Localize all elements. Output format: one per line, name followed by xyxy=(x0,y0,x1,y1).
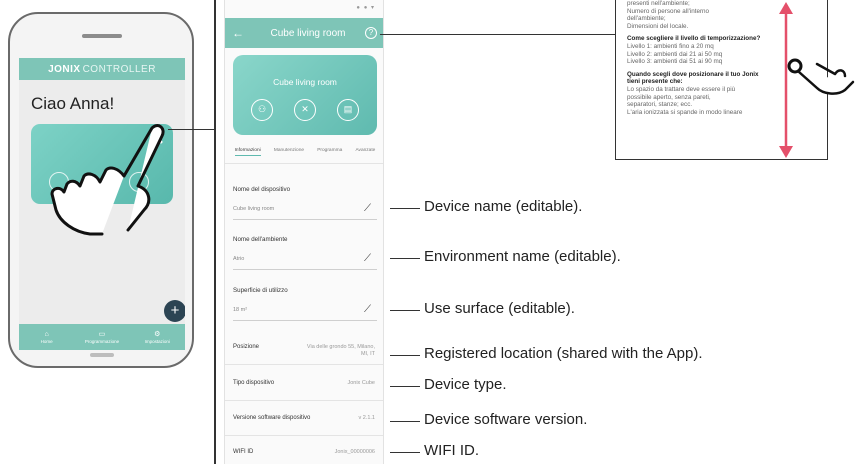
home-icon: ⌂ xyxy=(44,330,49,338)
help-line: Lo spazio da trattare deve essere il più xyxy=(627,85,736,93)
help-text[interactable]: presenti nell'ambiente; Numero di person… xyxy=(627,0,772,116)
position-label: Posizione xyxy=(233,344,260,350)
help-line: L'aria ionizzata si spande in modo linea… xyxy=(627,108,743,116)
detail-tabs: Informazioni Manutenzione Programma Avan… xyxy=(225,148,383,156)
phone-home-indicator xyxy=(90,353,114,357)
environment-name-value[interactable]: Atrio xyxy=(233,256,244,262)
help-line: dell'ambiente; xyxy=(627,15,666,23)
row-divider xyxy=(225,400,383,401)
nav-settings-label: Impostazioni xyxy=(144,338,170,344)
environment-name-field[interactable]: Nome dell'ambiente Atrio ⟋ xyxy=(233,236,377,270)
field-underline xyxy=(233,269,377,270)
wifi-id-label: WIFI ID xyxy=(233,449,254,455)
tab-programma[interactable]: Programma xyxy=(317,148,342,156)
connector-line xyxy=(168,129,214,130)
callout-wifi-id: WIFI ID. xyxy=(424,442,479,459)
software-version-value: v 2.1.1 xyxy=(358,415,375,421)
help-heading-position: Quando scegli dove posizionare il tuo Jo… xyxy=(627,70,759,86)
add-device-button[interactable]: + xyxy=(164,300,185,322)
edit-pencil-icon[interactable]: ⟋ xyxy=(364,253,371,264)
device-name-field[interactable]: Nome del dispositivo Cube living room ⟋ xyxy=(233,186,377,220)
field-underline xyxy=(233,320,377,321)
help-connector-line xyxy=(380,34,616,35)
help-line: separatori, stanze; ecc. xyxy=(627,101,693,109)
surface-field[interactable]: Superficie di utilizzo 18 m² ⟋ xyxy=(233,287,377,321)
callout-device-name: Device name (editable). xyxy=(424,198,583,215)
callout-line-wifi xyxy=(390,452,420,453)
device-name-value[interactable]: Cube living room xyxy=(233,206,274,212)
position-row: Posizione Via delle grondo 55, Milano, M… xyxy=(233,344,377,357)
help-panel: presenti nell'ambiente; Numero di person… xyxy=(615,0,855,160)
callout-device-type: Device type. xyxy=(424,376,507,393)
status-indicator: ● ● ▾ xyxy=(356,5,375,11)
tap-hand-icon xyxy=(50,124,165,236)
tab-avanzate[interactable]: Avanzate xyxy=(355,148,375,156)
tab-manutenzione[interactable]: Manutenzione xyxy=(274,148,304,156)
back-arrow-icon[interactable]: ← xyxy=(225,26,251,40)
nav-home-label: Home xyxy=(40,338,53,344)
help-icon[interactable]: ? xyxy=(365,27,377,39)
callout-line-device-type xyxy=(390,386,420,387)
callout-line-software xyxy=(390,421,420,422)
software-version-label: Versione software dispositivo xyxy=(233,415,311,421)
software-version-row: Versione software dispositivo v 2.1.1 xyxy=(233,415,377,421)
device-detail-screen: ● ● ▾ ← Cube living room ? Cube living r… xyxy=(224,0,384,464)
calendar-icon: ▭ xyxy=(98,330,106,338)
callout-line-environment xyxy=(390,258,420,259)
help-line: Livello 3: ambienti dai 51 ai 90 mq xyxy=(627,58,723,66)
edit-pencil-icon[interactable]: ⟋ xyxy=(364,203,371,214)
nav-item-schedule[interactable]: ▭ Programmazione xyxy=(77,331,127,344)
tools-icon[interactable]: ✕ xyxy=(294,99,316,121)
brand-controller: CONTROLLER xyxy=(82,63,156,75)
device-type-label: Tipo dispositivo xyxy=(233,380,275,386)
bottom-nav: ⌂ Home ▭ Programmazione ⚙ Impostazioni xyxy=(19,324,185,350)
wifi-id-row: WIFI ID Jonix_00000006 xyxy=(233,449,377,455)
help-line: Livello 2: ambienti dai 21 ai 50 mq xyxy=(627,50,723,58)
arrow-down-icon xyxy=(779,146,793,158)
detail-header: ← Cube living room ? xyxy=(225,18,383,48)
tab-informazioni[interactable]: Informazioni xyxy=(234,148,261,156)
help-line: possibile aperto, senza pareti, xyxy=(627,93,711,101)
surface-label: Superficie di utilizzo xyxy=(233,287,288,294)
gear-icon: ⚙ xyxy=(154,330,161,338)
field-underline xyxy=(233,219,377,220)
arrow-up-icon xyxy=(779,2,793,14)
edit-pencil-icon[interactable]: ⟋ xyxy=(364,304,371,315)
environment-name-label: Nome dell'ambiente xyxy=(233,236,288,243)
help-line: Dimensioni del locale. xyxy=(627,22,689,30)
nav-item-settings[interactable]: ⚙ Impostazioni xyxy=(132,331,182,344)
row-divider xyxy=(225,435,383,436)
position-value: Via delle grondo 55, Milano, MI, IT xyxy=(306,344,375,357)
swipe-hand-icon xyxy=(787,58,855,95)
mode-icon[interactable]: ⚇ xyxy=(251,99,273,121)
help-line: presenti nell'ambiente; xyxy=(627,0,690,7)
detail-title: Cube living room xyxy=(270,27,346,39)
divider-line xyxy=(214,0,216,464)
device-type-value: Jonix Cube xyxy=(347,380,375,386)
row-divider xyxy=(225,364,383,365)
device-hero-card: Cube living room ⚇ ✕ ▤ xyxy=(233,55,377,135)
phone-speaker xyxy=(82,34,122,38)
callout-environment-name: Environment name (editable). xyxy=(424,248,621,265)
brand-jonix: JONIX xyxy=(48,63,81,75)
wifi-id-value: Jonix_00000006 xyxy=(334,449,375,455)
callout-use-surface: Use surface (editable). xyxy=(424,300,575,317)
surface-value[interactable]: 18 m² xyxy=(233,307,247,313)
help-line: Numero di persone all'interno xyxy=(627,7,710,15)
callout-line-surface xyxy=(390,310,420,311)
card-title: Cube living room xyxy=(273,77,337,87)
help-heading-timing: Come scegliere il livello di temporizzaz… xyxy=(627,35,761,43)
callout-line-location xyxy=(390,355,420,356)
device-type-row: Tipo dispositivo Jonix Cube xyxy=(233,380,377,386)
callout-line-device-name xyxy=(390,208,420,209)
nav-item-home[interactable]: ⌂ Home xyxy=(22,331,72,344)
app-header: JONIX CONTROLLER xyxy=(19,58,185,80)
callout-registered-location: Registered location (shared with the App… xyxy=(424,345,703,362)
tabs-divider xyxy=(225,163,383,164)
callout-software-version: Device software version. xyxy=(424,411,588,428)
calendar-icon[interactable]: ▤ xyxy=(337,99,359,121)
nav-schedule-label: Programmazione xyxy=(84,338,120,344)
device-name-label: Nome del dispositivo xyxy=(233,186,291,193)
help-line: Livello 1: ambienti fino a 20 mq xyxy=(627,42,714,50)
